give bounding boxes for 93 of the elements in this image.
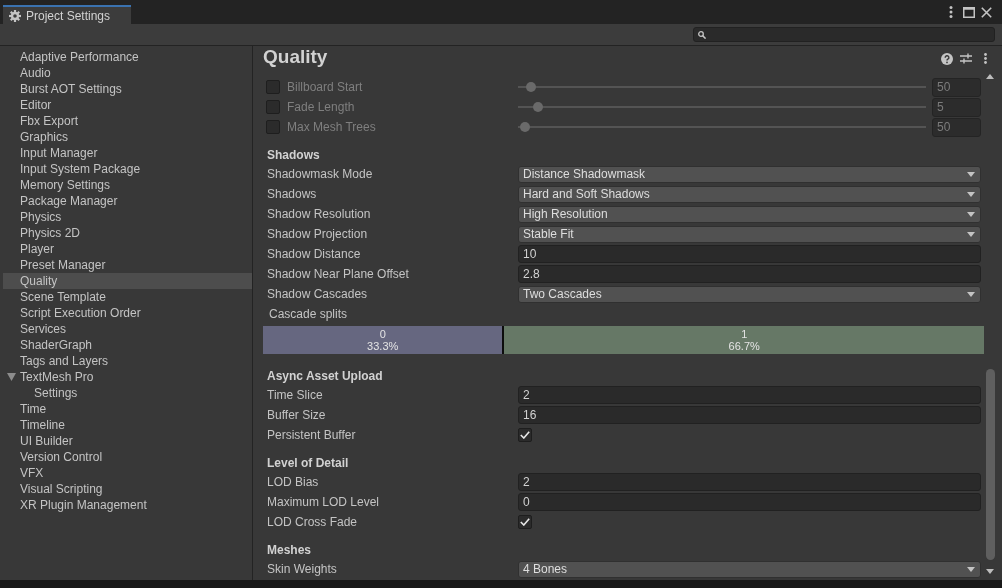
sidebar-item[interactable]: Audio (3, 65, 252, 81)
cascade-split-bar[interactable]: 0 33.3% 1 66.7% (263, 326, 984, 354)
checkbox[interactable] (518, 428, 532, 442)
sidebar-item[interactable]: UI Builder (3, 433, 252, 449)
sliders-icon[interactable] (960, 53, 972, 64)
text-field[interactable]: 2.8 (518, 265, 981, 283)
sidebar-item[interactable]: Memory Settings (3, 177, 252, 193)
sidebar-item[interactable]: Physics 2D (3, 225, 252, 241)
window-tab[interactable]: Project Settings (3, 5, 132, 24)
checkbox[interactable] (518, 515, 532, 529)
expand-triangle-icon[interactable] (7, 373, 16, 381)
close-icon[interactable] (981, 6, 992, 18)
sidebar-item[interactable]: Preset Manager (3, 257, 252, 273)
dropdown[interactable]: Stable Fit (518, 225, 981, 243)
sidebar-item[interactable]: Services (3, 321, 252, 337)
section-heading: Level of Detail (267, 455, 349, 472)
help-icon[interactable] (941, 52, 953, 65)
section-heading: Meshes (267, 542, 312, 559)
kebab-menu-icon[interactable] (949, 6, 953, 18)
sidebar-item[interactable]: Input Manager (3, 145, 252, 161)
caret-icon (967, 191, 975, 197)
setting-label: Shadow Near Plane Offset (267, 266, 409, 282)
checkmark-icon (520, 431, 530, 439)
text-field[interactable]: 2 (518, 473, 981, 491)
sidebar-item[interactable]: Package Manager (3, 193, 252, 209)
search-field[interactable] (693, 27, 995, 42)
scroll-down-arrow-icon[interactable] (986, 569, 994, 574)
text-field[interactable]: 16 (518, 406, 981, 424)
cascade-percent: 33.3% (367, 340, 399, 352)
setting-label: Skin Weights (267, 561, 337, 577)
maximize-icon[interactable] (963, 6, 975, 18)
sidebar-item[interactable]: Tags and Layers (3, 353, 252, 369)
kebab-menu-icon[interactable] (984, 53, 987, 64)
sidebar-item[interactable]: Time (3, 401, 252, 417)
page-title: Quality (263, 46, 328, 68)
setting-label: LOD Cross Fade (267, 514, 358, 530)
setting-label: Shadow Cascades (267, 286, 368, 302)
caret-icon (967, 171, 975, 177)
sidebar-item[interactable]: XR Plugin Management (3, 497, 252, 513)
sidebar-item[interactable]: Visual Scripting (3, 481, 252, 497)
dropdown[interactable]: 4 Bones (518, 560, 981, 578)
setting-label: Persistent Buffer (267, 427, 356, 443)
checkmark-icon (520, 518, 530, 526)
text-field[interactable]: 2 (518, 386, 981, 404)
scrollbar-thumb[interactable] (985, 369, 995, 560)
cascade-index: 1 (741, 328, 748, 340)
text-field[interactable]: 0 (518, 493, 981, 511)
sidebar-item[interactable]: Player (3, 241, 252, 257)
section-heading: Async Asset Upload (267, 368, 383, 385)
gear-icon (9, 9, 21, 22)
sidebar-item[interactable]: Settings (3, 385, 252, 401)
section-heading: Shadows (267, 147, 320, 164)
sidebar-item[interactable]: Version Control (3, 449, 252, 465)
sidebar-item[interactable]: Editor (3, 97, 252, 113)
setting-label: Fade Length (287, 99, 355, 115)
sidebar-item[interactable]: ShaderGraph (3, 337, 252, 353)
setting-label: Shadows (267, 186, 317, 202)
text-field[interactable]: 10 (518, 245, 981, 263)
cascade-index: 0 (379, 328, 386, 340)
setting-label: Shadow Resolution (267, 206, 371, 222)
setting-label: Cascade splits (269, 306, 348, 323)
caret-icon (967, 231, 975, 237)
sidebar-item[interactable]: Quality (3, 273, 252, 289)
sidebar-item[interactable]: Adaptive Performance (3, 49, 252, 65)
setting-label: Shadow Distance (267, 246, 361, 262)
sidebar-item[interactable]: Timeline (3, 417, 252, 433)
dropdown[interactable]: High Resolution (518, 205, 981, 223)
dropdown[interactable]: Distance Shadowmask (518, 165, 981, 183)
sidebar-item[interactable]: Scene Template (3, 289, 252, 305)
sidebar-item[interactable]: VFX (3, 465, 252, 481)
setting-label: Shadowmask Mode (267, 166, 373, 182)
setting-label: Time Slice (267, 387, 323, 403)
dropdown[interactable]: Two Cascades (518, 285, 981, 303)
sidebar-item[interactable]: Graphics (3, 129, 252, 145)
dropdown[interactable]: Hard and Soft Shadows (518, 185, 981, 203)
setting-label: LOD Bias (267, 474, 319, 490)
sidebar-item[interactable]: Script Execution Order (3, 305, 252, 321)
sidebar-item[interactable]: TextMesh Pro (3, 369, 252, 385)
sidebar-item[interactable]: Input System Package (3, 161, 252, 177)
setting-label: Billboard Start (287, 79, 363, 95)
setting-label: Shadow Projection (267, 226, 368, 242)
sidebar-item[interactable]: Fbx Export (3, 113, 252, 129)
scroll-up-arrow-icon[interactable] (986, 74, 994, 79)
cascade-percent: 66.7% (728, 340, 760, 352)
caret-icon (967, 566, 975, 572)
caret-icon (967, 291, 975, 297)
setting-label: Max Mesh Trees (287, 119, 376, 135)
sidebar-item[interactable]: Burst AOT Settings (3, 81, 252, 97)
setting-label: Maximum LOD Level (267, 494, 380, 510)
sidebar-item[interactable]: Physics (3, 209, 252, 225)
search-icon (698, 30, 706, 39)
caret-icon (967, 211, 975, 217)
setting-label: Buffer Size (267, 407, 326, 423)
